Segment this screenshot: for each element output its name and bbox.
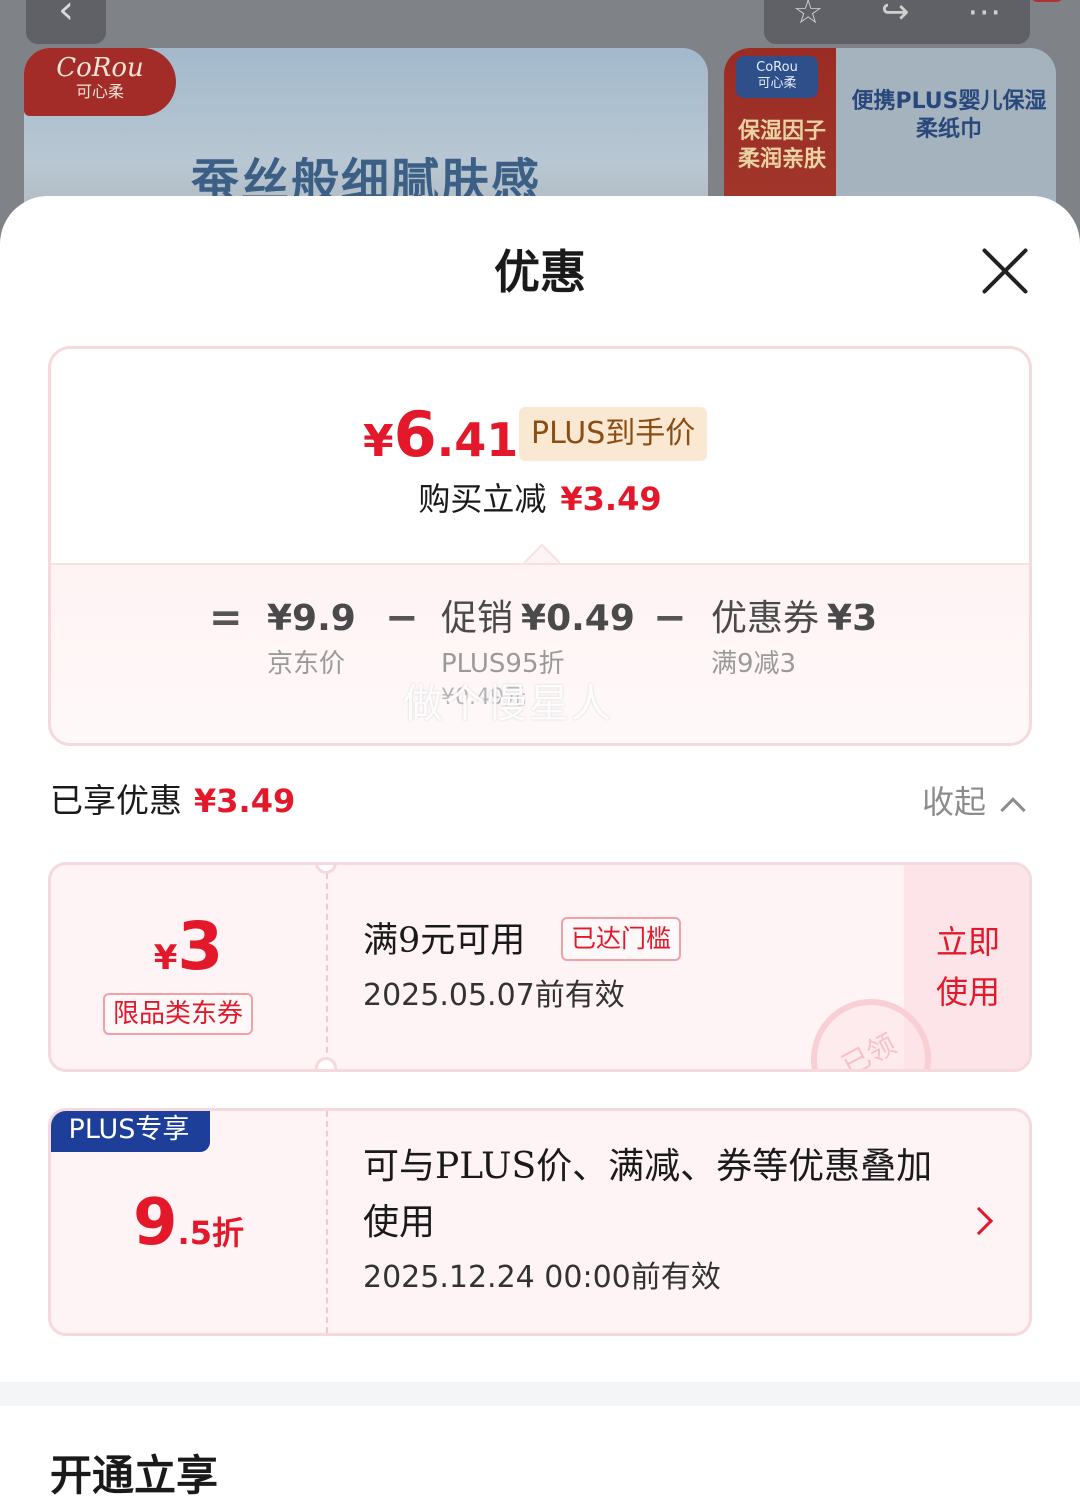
watermark: 做个慢星人: [403, 681, 613, 727]
chevron-left-icon: ‹: [58, 0, 74, 33]
savings-label: 购买立减: [418, 480, 547, 518]
minus-sign: −: [385, 595, 419, 641]
top-action-bar: ☆ ↪ ⋯: [764, 0, 1030, 44]
brand-logo: CoRou 可心柔: [24, 48, 176, 116]
star-icon[interactable]: ☆: [793, 0, 823, 32]
coupon-validity: 2025.05.07前有效: [363, 978, 625, 1013]
plus-discount-card[interactable]: PLUS专享 9.5折 可与PLUS价、满减、券等优惠叠加使用 2025.12.…: [48, 1108, 1032, 1336]
minus-sign: −: [653, 595, 687, 641]
use-now-label: 立即: [935, 923, 1000, 961]
coupon-amount-section: ¥3 限品类东券: [51, 865, 326, 1069]
back-button[interactable]: ‹: [26, 0, 106, 44]
chevron-up-icon: [1000, 797, 1026, 823]
savings-amount: ¥3.49: [560, 480, 662, 518]
jd-price-value: ¥9.9: [267, 598, 356, 639]
collapse-label: 收起: [922, 783, 987, 821]
notification-dot: [1030, 0, 1064, 2]
banner-side-copy: 便携PLUS婴儿保湿柔纸巾: [851, 89, 1047, 142]
collapse-button[interactable]: 收起: [922, 780, 1026, 824]
coupon-condition: 满9元可用: [363, 921, 526, 961]
enjoyed-discount: 已享优惠 ¥3.49: [50, 778, 295, 824]
jd-price-label: 京东价: [267, 649, 346, 679]
equals-sign: =: [209, 595, 243, 641]
discount-rate: 9.5折: [133, 1186, 244, 1260]
threshold-reached-tag: 已达门槛: [561, 917, 682, 961]
plus-discount-description: 可与PLUS价、满减、券等优惠叠加使用: [363, 1146, 933, 1243]
coupon-card[interactable]: ¥3 限品类东券 满9元可用 已达门槛 2025.05.07前有效 立即 使用 …: [48, 862, 1032, 1072]
coupon-notch: [315, 1057, 337, 1069]
coupon-amount: ¥3: [153, 908, 224, 985]
purchase-savings: 购买立减 ¥3.49: [51, 475, 1029, 523]
enjoyed-amount: ¥3.49: [194, 782, 296, 820]
chevron-right-icon[interactable]: [964, 1206, 994, 1236]
more-icon[interactable]: ⋯: [967, 0, 1001, 32]
enjoyed-label: 已享优惠: [50, 781, 182, 820]
open-membership-title: 开通立享: [50, 1451, 219, 1499]
pack-text: 保湿因子柔润亲肤: [737, 119, 826, 172]
price-formula: = ¥9.9 京东价 − 促销 ¥0.49 PLUS95折 ¥0.49元 − 优惠…: [51, 563, 1029, 743]
plus-card-divider: [326, 1111, 328, 1333]
section-divider: [0, 1382, 1080, 1406]
coupon-sub: 满9减3: [711, 649, 797, 679]
coupon-value: 优惠券 ¥3: [711, 598, 878, 639]
promo-value: 促销 ¥0.49: [441, 598, 635, 639]
pack-logo: CoRou 可心柔: [736, 56, 818, 98]
plus-price-tag: PLUS到手价: [519, 407, 708, 461]
discount-sheet: 优惠 ¥6.41 PLUS到手价 购买立减 ¥3.49 = ¥9.9 京东价 − …: [0, 196, 1080, 1499]
use-now-label: 使用: [935, 973, 1000, 1011]
sheet-title: 优惠: [494, 245, 586, 299]
coupon-divider: [326, 873, 328, 1063]
screen: ‹ ☆ ↪ ⋯ CoRou 可心柔 蚕丝般细腻肤感 CoRou 可心柔 保湿因子…: [0, 0, 1080, 1499]
plus-exclusive-badge: PLUS专享: [51, 1111, 210, 1152]
coupon-scope-tag: 限品类东券: [103, 993, 254, 1035]
share-icon[interactable]: ↪: [881, 0, 910, 32]
price-summary-card: ¥6.41 PLUS到手价 购买立减 ¥3.49 = ¥9.9 京东价 − 促销 ¥…: [48, 346, 1032, 746]
close-icon[interactable]: [976, 242, 1034, 300]
plus-discount-validity: 2025.12.24 00:00前有效: [363, 1260, 721, 1295]
